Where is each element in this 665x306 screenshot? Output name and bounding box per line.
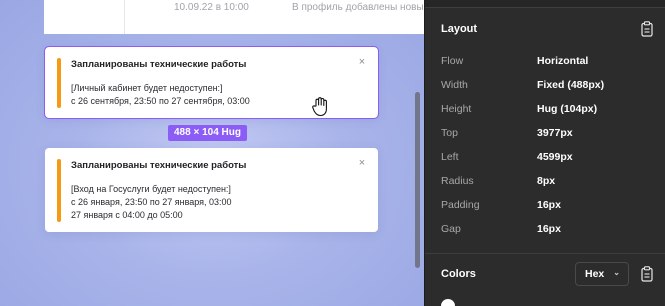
notification-body: [Личный кабинет будет недоступен:] с 26 … xyxy=(71,82,250,108)
notification-line: [Личный кабинет будет недоступен:] xyxy=(71,83,223,93)
inspector-panel: Layout Flow Horizontal Width Fixed (488p… xyxy=(424,0,665,306)
accent-stripe xyxy=(57,159,61,222)
clipboard-icon[interactable] xyxy=(640,21,654,37)
notification-body: [Вход на Госуслуги будет недоступен:] с … xyxy=(71,183,232,222)
prop-label-flow: Flow xyxy=(441,55,464,67)
color-swatch[interactable] xyxy=(441,299,455,306)
chevron-down-icon: ⌄ xyxy=(613,268,620,277)
size-badge: 488 × 104 Hug xyxy=(168,125,247,141)
prop-value-top[interactable]: 3977px xyxy=(537,127,573,139)
prop-value-width[interactable]: Fixed (488px) xyxy=(537,79,604,91)
prop-label-top: Top xyxy=(441,127,458,139)
section-divider xyxy=(425,253,665,254)
notification-text: В профиль добавлены новые xyxy=(292,2,424,13)
close-icon[interactable]: × xyxy=(356,56,368,68)
prop-value-radius[interactable]: 8px xyxy=(537,175,555,187)
prop-label-radius: Radius xyxy=(441,175,474,187)
panel-top-strip xyxy=(425,0,665,7)
prop-value-gap[interactable]: 16px xyxy=(537,223,561,235)
clipboard-icon[interactable] xyxy=(640,266,654,282)
grab-hand-icon xyxy=(312,97,327,117)
panel-divider xyxy=(425,7,665,8)
design-canvas[interactable]: 10.09.22 в 10:00 В профиль добавлены нов… xyxy=(0,0,424,306)
notification-line: с 26 января, 23:50 по 27 января, 03:00 xyxy=(71,197,232,207)
notification-line: 27 января с 04:00 до 05:00 xyxy=(71,210,183,220)
prop-label-height: Height xyxy=(441,103,472,115)
prop-value-left[interactable]: 4599px xyxy=(537,151,573,163)
prop-label-width: Width xyxy=(441,79,468,91)
colors-section-title: Colors xyxy=(441,268,476,280)
prop-value-padding[interactable]: 16px xyxy=(537,199,561,211)
notification-line: с 26 сентября, 23:50 по 27 сентября, 03:… xyxy=(71,96,250,106)
prop-label-gap: Gap xyxy=(441,223,461,235)
prop-value-height[interactable]: Hug (104px) xyxy=(537,103,597,115)
color-format-select[interactable]: Hex ⌄ xyxy=(575,262,629,286)
partial-notification-card[interactable]: 10.09.22 в 10:00 В профиль добавлены нов… xyxy=(44,0,424,34)
notification-title: Запланированы технические работы xyxy=(71,59,247,70)
prop-label-padding: Padding xyxy=(441,199,480,211)
prop-value-flow[interactable]: Horizontal xyxy=(537,55,588,67)
layout-section-title: Layout xyxy=(441,23,478,35)
notification-date: 10.09.22 в 10:00 xyxy=(174,2,249,13)
color-format-value: Hex xyxy=(585,268,605,280)
prop-label-left: Left xyxy=(441,151,459,163)
canvas-scrollbar[interactable] xyxy=(415,92,420,268)
close-icon[interactable]: × xyxy=(356,157,368,169)
notification-line: [Вход на Госуслуги будет недоступен:] xyxy=(71,184,231,194)
accent-stripe xyxy=(57,58,61,108)
notification-title: Запланированы технические работы xyxy=(71,160,247,171)
card-divider xyxy=(124,0,125,34)
notification-card[interactable]: Запланированы технические работы × [Вход… xyxy=(45,148,378,232)
